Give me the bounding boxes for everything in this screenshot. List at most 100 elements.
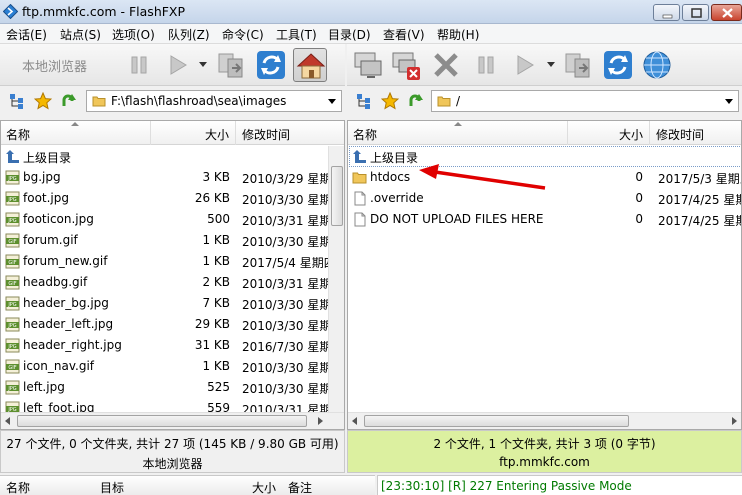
minimize-button[interactable] bbox=[653, 4, 680, 21]
column-modified[interactable]: 修改时间 bbox=[236, 121, 344, 145]
disconnect-button[interactable] bbox=[389, 48, 423, 82]
folder-icon bbox=[92, 96, 106, 107]
file-row[interactable]: JPG header_left.jpg 29 KB 2010/3/30 星期 bbox=[1, 314, 344, 335]
star-icon bbox=[33, 91, 53, 110]
menu-view[interactable]: 查看(V) bbox=[383, 26, 425, 43]
scroll-left-icon[interactable] bbox=[352, 417, 357, 425]
menu-options[interactable]: 选项(O) bbox=[112, 26, 155, 43]
local-up-button[interactable] bbox=[60, 92, 78, 110]
local-horizontal-scrollbar[interactable] bbox=[1, 412, 344, 429]
queue-col-note[interactable]: 备注 bbox=[288, 479, 312, 495]
column-size[interactable]: 大小 bbox=[568, 121, 650, 145]
local-home-button[interactable] bbox=[293, 48, 327, 82]
sort-asc-icon bbox=[454, 122, 462, 126]
scroll-left-icon[interactable] bbox=[5, 417, 10, 425]
remote-play-dropdown[interactable] bbox=[547, 62, 555, 67]
file-row[interactable]: DO NOT UPLOAD FILES HERE 0 2017/4/25 星期 bbox=[348, 209, 741, 230]
file-name: forum_new.gif bbox=[23, 254, 108, 268]
menu-tools[interactable]: 工具(T) bbox=[276, 26, 317, 43]
local-tree-button[interactable] bbox=[8, 92, 26, 110]
tree-icon bbox=[10, 94, 23, 109]
file-row[interactable]: JPG header_right.jpg 31 KB 2016/7/30 星期 bbox=[1, 335, 344, 356]
file-size: 2 KB bbox=[202, 275, 230, 289]
svg-text:JPG: JPG bbox=[7, 218, 16, 224]
remote-favorites-button[interactable] bbox=[380, 91, 400, 110]
remote-horizontal-scrollbar[interactable] bbox=[348, 412, 741, 429]
tree-icon bbox=[357, 94, 370, 109]
scrollbar-thumb[interactable] bbox=[331, 166, 343, 226]
menu-session[interactable]: 会话(E) bbox=[6, 26, 47, 43]
local-path-bar: F:\flash\flashroad\sea\images bbox=[0, 87, 345, 114]
column-name[interactable]: 名称 bbox=[348, 121, 568, 145]
local-play-button[interactable] bbox=[160, 48, 194, 82]
parent-dir-row[interactable]: 上级目录 bbox=[1, 146, 344, 167]
globe-icon bbox=[643, 51, 671, 79]
remote-play-button[interactable] bbox=[507, 48, 541, 82]
file-row[interactable]: JPG footicon.jpg 500 2010/3/31 星期 bbox=[1, 209, 344, 230]
remote-path-combo[interactable]: / bbox=[431, 90, 739, 112]
file-modified: 2010/3/30 星期 bbox=[242, 298, 332, 312]
file-row[interactable]: GIF headbg.gif 2 KB 2010/3/31 星期 bbox=[1, 272, 344, 293]
chevron-down-icon[interactable] bbox=[725, 99, 733, 104]
local-path-combo[interactable]: F:\flash\flashroad\sea\images bbox=[86, 90, 342, 112]
scrollbar-thumb[interactable] bbox=[17, 415, 307, 427]
menu-help[interactable]: 帮助(H) bbox=[437, 26, 479, 43]
scroll-right-icon[interactable] bbox=[318, 417, 323, 425]
svg-text:JPG: JPG bbox=[7, 176, 16, 182]
column-size[interactable]: 大小 bbox=[151, 121, 236, 145]
jpg-file-icon: JPG bbox=[5, 380, 20, 395]
file-row[interactable]: JPG left.jpg 525 2010/3/30 星期 bbox=[1, 377, 344, 398]
file-name: header_left.jpg bbox=[23, 317, 114, 331]
column-name[interactable]: 名称 bbox=[1, 121, 151, 145]
file-row[interactable]: JPG foot.jpg 26 KB 2010/3/30 星期 bbox=[1, 188, 344, 209]
file-row[interactable]: GIF icon_nav.gif 1 KB 2010/3/30 星期 bbox=[1, 356, 344, 377]
log-line: [23:30:10] [R] 227 Entering Passive Mode bbox=[381, 479, 632, 493]
file-name: bg.jpg bbox=[23, 170, 61, 184]
annotation-arrow bbox=[419, 164, 546, 190]
queue-col-target[interactable]: 目标 bbox=[100, 479, 124, 495]
jpg-file-icon: JPG bbox=[5, 191, 20, 206]
local-pause-button[interactable] bbox=[122, 48, 156, 82]
pause-icon bbox=[478, 56, 494, 74]
file-name: left.jpg bbox=[23, 380, 65, 394]
scrollbar-thumb[interactable] bbox=[364, 415, 629, 427]
window-title: ftp.mmkfc.com - FlashFXP bbox=[22, 4, 186, 19]
local-favorites-button[interactable] bbox=[33, 91, 53, 110]
chevron-down-icon[interactable] bbox=[328, 99, 336, 104]
close-button[interactable] bbox=[711, 4, 742, 21]
play-icon bbox=[170, 55, 187, 75]
local-play-dropdown[interactable] bbox=[199, 62, 207, 67]
remote-transfer-button[interactable] bbox=[561, 48, 595, 82]
file-row[interactable]: JPG bg.jpg 3 KB 2010/3/29 星期 bbox=[1, 167, 344, 188]
remote-status-label: ftp.mmkfc.com bbox=[499, 455, 590, 469]
local-file-list[interactable]: 名称 大小 修改时间 上级目录 JPG bg.jpg 3 KB 2010/3/29 星… bbox=[0, 120, 345, 430]
queue-col-size[interactable]: 大小 bbox=[252, 479, 276, 495]
scroll-right-icon[interactable] bbox=[732, 417, 737, 425]
local-refresh-button[interactable] bbox=[254, 48, 288, 82]
local-vertical-scrollbar[interactable] bbox=[328, 146, 344, 413]
connect-button[interactable] bbox=[351, 48, 385, 82]
menu-sites[interactable]: 站点(S) bbox=[60, 26, 101, 43]
file-modified: 2010/3/30 星期 bbox=[242, 235, 332, 249]
menu-commands[interactable]: 命令(C) bbox=[222, 26, 264, 43]
column-size-label: 大小 bbox=[618, 128, 643, 142]
remote-path-text: / bbox=[456, 94, 461, 108]
remote-tree-button[interactable] bbox=[355, 92, 373, 110]
column-modified[interactable]: 修改时间 bbox=[650, 121, 741, 145]
maximize-button[interactable] bbox=[682, 4, 709, 21]
web-browser-button[interactable] bbox=[640, 48, 674, 82]
play-icon bbox=[517, 55, 534, 75]
column-modified-label: 修改时间 bbox=[242, 128, 291, 142]
remote-pause-button[interactable] bbox=[469, 48, 503, 82]
local-transfer-button[interactable] bbox=[214, 48, 248, 82]
remote-refresh-button[interactable] bbox=[601, 48, 635, 82]
remote-up-button[interactable] bbox=[407, 92, 425, 110]
file-row[interactable]: GIF forum.gif 1 KB 2010/3/30 星期 bbox=[1, 230, 344, 251]
file-row[interactable]: GIF forum_new.gif 1 KB 2017/5/4 星期四 bbox=[1, 251, 344, 272]
queue-col-name[interactable]: 名称 bbox=[6, 479, 30, 495]
abort-button[interactable] bbox=[429, 48, 463, 82]
menu-queue[interactable]: 队列(Z) bbox=[168, 26, 210, 43]
file-modified: 2010/3/31 星期 bbox=[242, 214, 332, 228]
file-row[interactable]: JPG header_bg.jpg 7 KB 2010/3/30 星期 bbox=[1, 293, 344, 314]
menu-directory[interactable]: 目录(D) bbox=[328, 26, 371, 43]
